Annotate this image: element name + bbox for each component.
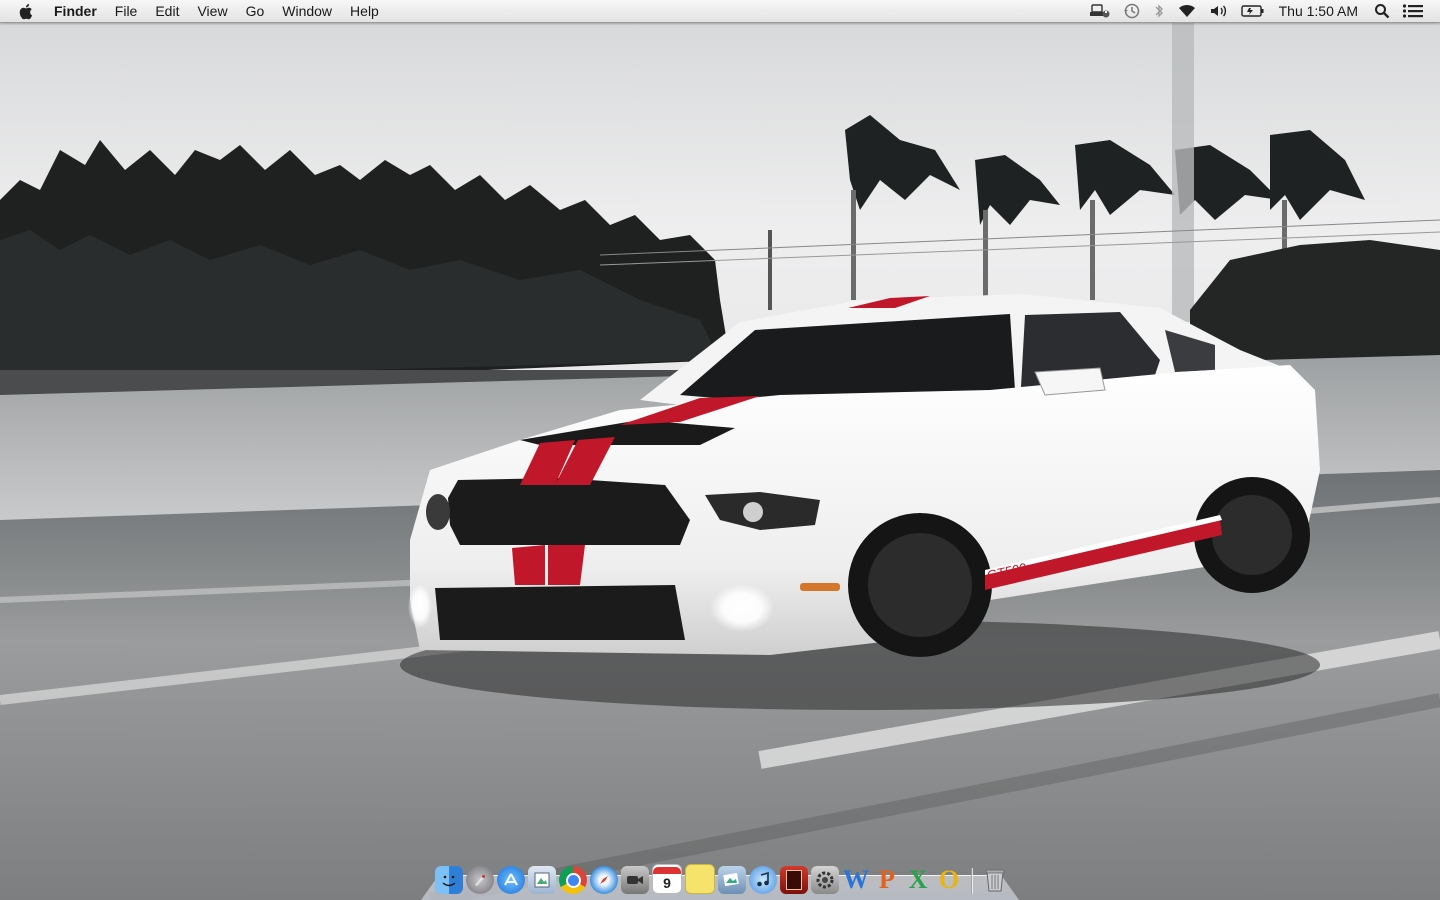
launchpad-icon[interactable] [466,866,494,894]
finder-icon[interactable] [435,866,463,894]
notification-center-icon[interactable] [1396,0,1440,22]
menu-file[interactable]: File [106,0,147,22]
calendar-icon[interactable]: 9 [652,864,682,894]
wifi-icon[interactable] [1171,0,1203,22]
battery-icon[interactable] [1235,0,1271,22]
menu-clock[interactable]: Thu 1:50 AM [1271,3,1368,19]
menu-extra-icon[interactable] [1083,0,1117,22]
desktop-wallpaper: GT500 [0,22,1440,900]
dock-separator [971,868,973,894]
menu-go[interactable]: Go [237,0,274,22]
menu-window[interactable]: Window [273,0,341,22]
word-glyph: W [843,865,869,894]
calendar-date: 9 [663,874,671,891]
excel-icon[interactable]: X [904,865,932,894]
photo-booth-icon[interactable] [780,866,808,894]
menu-bar: Finder File Edit View Go Window Help Thu… [0,0,1440,23]
dock: 9 W P X O [421,858,1019,900]
time-machine-icon[interactable] [1117,0,1147,22]
chrome-icon[interactable] [559,866,587,894]
volume-icon[interactable] [1203,0,1235,22]
outlook-icon[interactable]: O [935,865,963,894]
iphoto-icon[interactable] [718,866,746,894]
safari-icon[interactable] [590,866,618,894]
menu-view[interactable]: View [188,0,236,22]
apple-logo-icon[interactable] [19,3,35,19]
powerpoint-icon[interactable]: P [873,865,901,894]
wallpaper-scene: GT500 [0,22,1440,900]
menu-app-name[interactable]: Finder [54,0,106,22]
stickies-icon[interactable] [685,864,715,894]
system-preferences-icon[interactable] [811,866,839,894]
excel-glyph: X [908,865,928,894]
powerpoint-glyph: P [879,865,895,894]
menu-edit[interactable]: Edit [146,0,188,22]
trash-icon[interactable] [981,866,1009,894]
spotlight-search-icon[interactable] [1368,0,1396,22]
outlook-glyph: O [938,865,960,894]
app-store-icon[interactable] [497,866,525,894]
itunes-icon[interactable] [749,866,777,894]
bluetooth-icon[interactable] [1147,0,1171,22]
facetime-icon[interactable] [621,866,649,894]
menu-help[interactable]: Help [341,0,388,22]
word-icon[interactable]: W [842,865,870,894]
preview-icon[interactable] [528,866,556,894]
